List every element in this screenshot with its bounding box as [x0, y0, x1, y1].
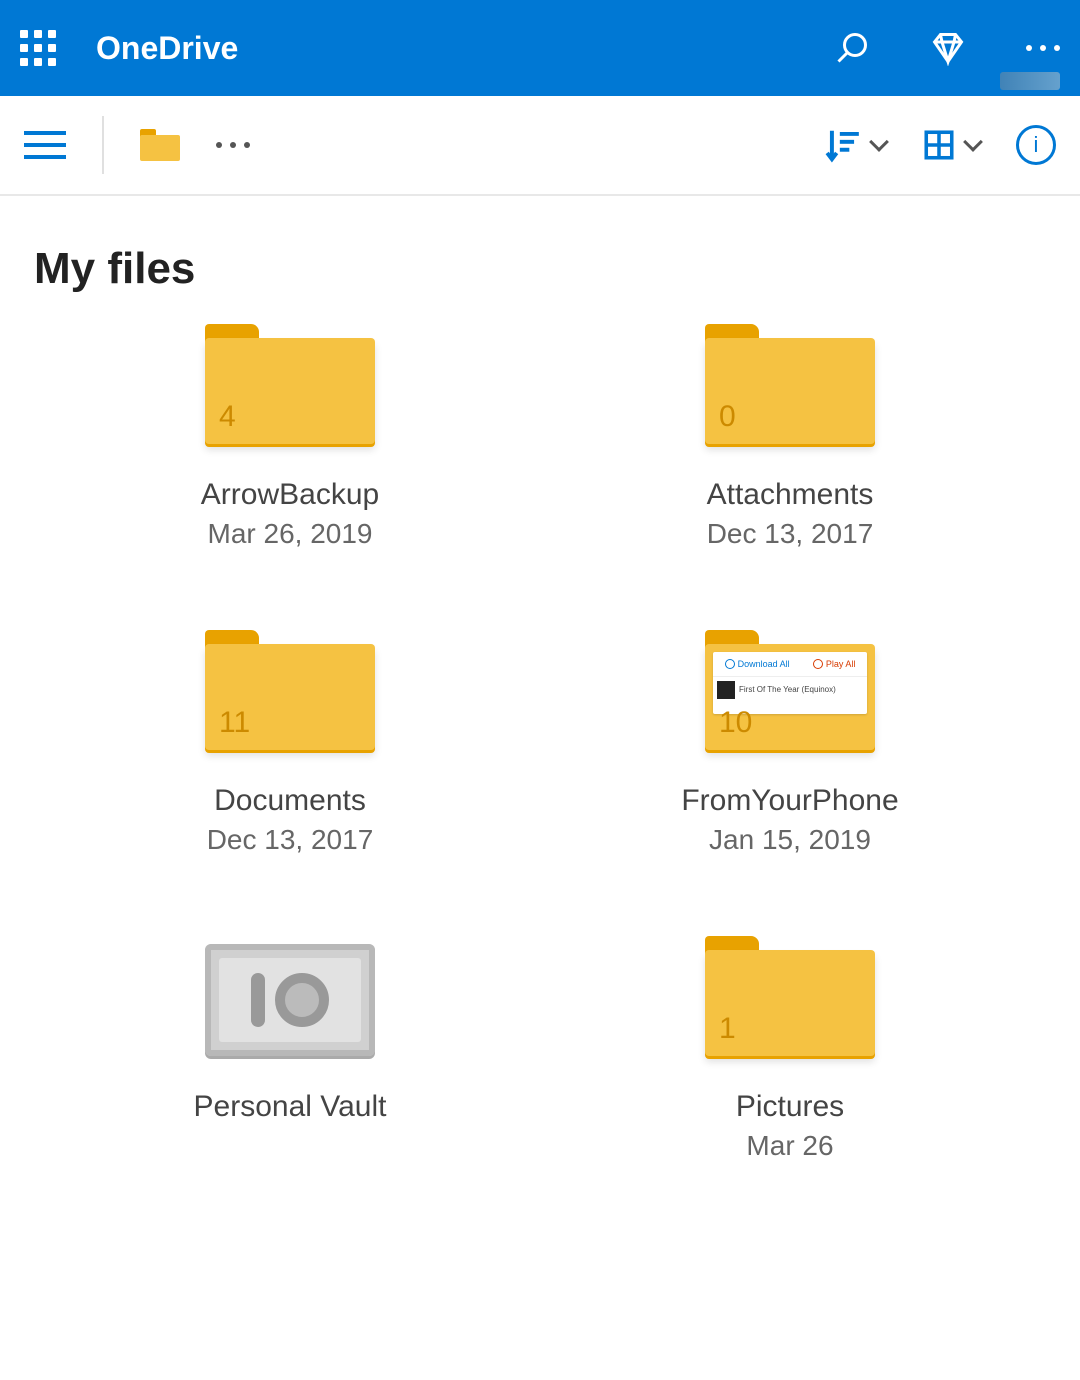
preview-track: First Of The Year (Equinox): [739, 685, 863, 694]
preview-label: Play All: [826, 659, 856, 669]
preview-label: Download All: [738, 659, 790, 669]
item-date: Dec 13, 2017: [207, 824, 374, 856]
chevron-down-icon: [869, 132, 889, 152]
search-icon[interactable]: [834, 30, 870, 66]
item-count: 4: [219, 400, 236, 434]
more-options-icon[interactable]: [1026, 45, 1060, 51]
files-grid: 4 ArrowBackup Mar 26, 2019 0 Attachments…: [0, 324, 1080, 1162]
app-launcher-icon[interactable]: [20, 30, 56, 66]
folder-icon: Download All Play All First Of The Year …: [705, 630, 875, 750]
folder-icon: 0: [705, 324, 875, 444]
view-toggle-button[interactable]: [922, 128, 980, 162]
vault-item[interactable]: Personal Vault: [40, 936, 540, 1162]
account-avatar[interactable]: [1000, 72, 1060, 90]
folder-preview-thumbnail: Download All Play All First Of The Year …: [713, 652, 867, 714]
item-date: Jan 15, 2019: [709, 824, 871, 856]
chevron-down-icon: [963, 132, 983, 152]
info-button[interactable]: i: [1016, 125, 1056, 165]
vault-icon: [205, 944, 375, 1056]
folder-icon: [140, 129, 180, 161]
folder-item[interactable]: Download All Play All First Of The Year …: [540, 630, 1040, 856]
folder-item[interactable]: 4 ArrowBackup Mar 26, 2019: [40, 324, 540, 550]
item-date: Mar 26, 2019: [208, 518, 373, 550]
item-name: ArrowBackup: [201, 478, 379, 512]
sort-button[interactable]: [824, 126, 886, 164]
brand-title: OneDrive: [96, 30, 238, 67]
item-name: Pictures: [736, 1090, 844, 1124]
folder-icon: 4: [205, 324, 375, 444]
folder-item[interactable]: 11 Documents Dec 13, 2017: [40, 630, 540, 856]
item-count: 10: [719, 706, 752, 740]
page-title: My files: [0, 196, 1080, 324]
folder-icon: 11: [205, 630, 375, 750]
menu-hamburger-icon[interactable]: [24, 131, 66, 159]
app-header: OneDrive: [0, 0, 1080, 96]
item-name: Documents: [214, 784, 366, 818]
command-toolbar: i: [0, 96, 1080, 196]
item-date: Dec 13, 2017: [707, 518, 874, 550]
more-actions-icon[interactable]: [216, 142, 250, 148]
folder-item[interactable]: 1 Pictures Mar 26: [540, 936, 1040, 1162]
item-name: FromYourPhone: [681, 784, 898, 818]
divider: [102, 116, 104, 174]
item-date: Mar 26: [746, 1130, 833, 1162]
item-count: 1: [719, 1012, 736, 1046]
item-name: Personal Vault: [194, 1090, 387, 1124]
item-count: 11: [219, 706, 250, 740]
item-count: 0: [719, 400, 736, 434]
folder-icon: 1: [705, 936, 875, 1056]
premium-diamond-icon[interactable]: [930, 30, 966, 66]
folder-item[interactable]: 0 Attachments Dec 13, 2017: [540, 324, 1040, 550]
item-name: Attachments: [707, 478, 874, 512]
new-folder-button[interactable]: [140, 129, 180, 161]
